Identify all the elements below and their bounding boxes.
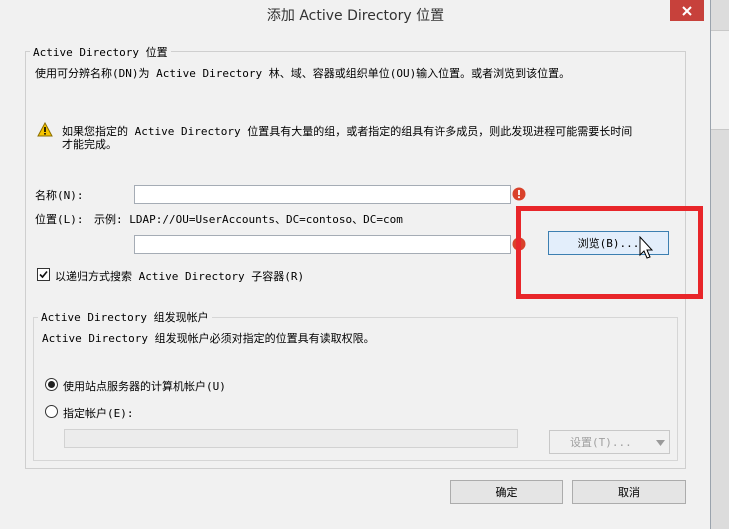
specify-account-radio[interactable] <box>45 405 58 418</box>
close-button[interactable] <box>670 0 704 21</box>
settings-button[interactable]: 设置(T)... <box>549 430 670 454</box>
account-description: Active Directory 组发现帐户必须对指定的位置具有读取权限。 <box>42 332 375 345</box>
warning-icon <box>37 122 53 137</box>
warning-text-line1: 如果您指定的 Active Directory 位置具有大量的组，或者指定的组具… <box>62 125 633 138</box>
location-label: 位置(L): <box>35 213 84 226</box>
title-bar: 添加 Active Directory 位置 <box>0 0 711 30</box>
account-group-label: Active Directory 组发现帐户 <box>38 309 212 325</box>
computer-account-label: 使用站点服务器的计算机帐户(U) <box>63 380 226 393</box>
radio-selected-dot <box>48 381 55 388</box>
ok-button[interactable]: 确定 <box>450 480 563 504</box>
specify-account-label: 指定帐户(E): <box>63 407 134 420</box>
warning-text-line2: 才能完成。 <box>62 138 117 151</box>
account-input[interactable] <box>64 429 518 448</box>
cancel-button[interactable]: 取消 <box>572 480 686 504</box>
location-input[interactable] <box>134 235 511 254</box>
recursive-search-checkbox[interactable] <box>37 268 50 281</box>
close-icon <box>682 5 692 16</box>
dropdown-arrow-icon <box>656 440 665 446</box>
computer-account-radio[interactable] <box>45 378 58 391</box>
settings-button-label: 设置(T)... <box>570 436 632 449</box>
error-icon <box>512 187 526 201</box>
highlight-annotation-box <box>516 206 703 299</box>
name-label: 名称(N): <box>35 189 84 202</box>
location-description: 使用可分辨名称(DN)为 Active Directory 林、域、容器或组织单… <box>35 67 571 80</box>
mouse-cursor-icon <box>639 236 653 259</box>
window-title: 添加 Active Directory 位置 <box>266 8 445 24</box>
recursive-search-label: 以递归方式搜索 Active Directory 子容器(R) <box>55 270 305 283</box>
location-example: 示例: LDAP://OU=UserAccounts、DC=contoso、DC… <box>94 213 403 226</box>
name-input[interactable] <box>134 185 511 204</box>
location-group-label: Active Directory 位置 <box>30 44 171 60</box>
checkmark-icon <box>39 270 48 279</box>
